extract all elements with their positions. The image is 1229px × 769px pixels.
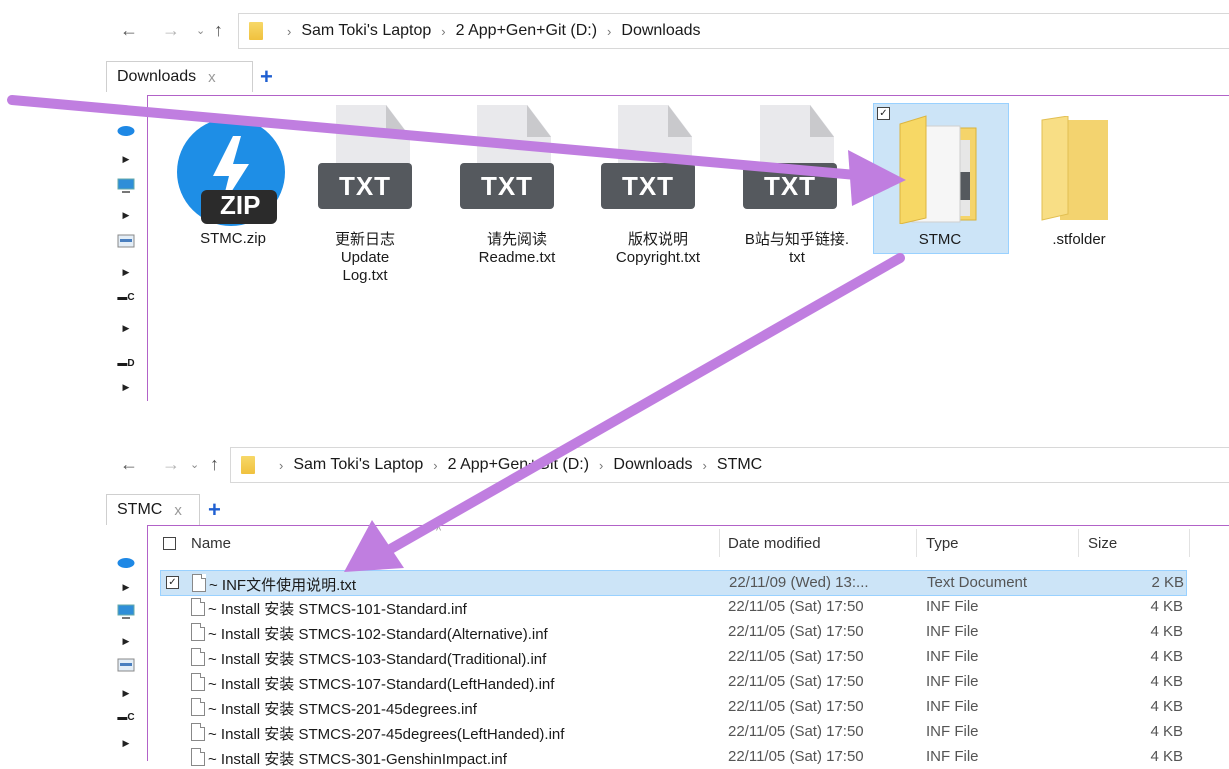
annotation-overlay: [7, 95, 906, 572]
annotation-arrowhead: [848, 150, 906, 206]
annotation-arrow-line: [7, 95, 895, 183]
annotation-arrow-line: [375, 253, 905, 560]
